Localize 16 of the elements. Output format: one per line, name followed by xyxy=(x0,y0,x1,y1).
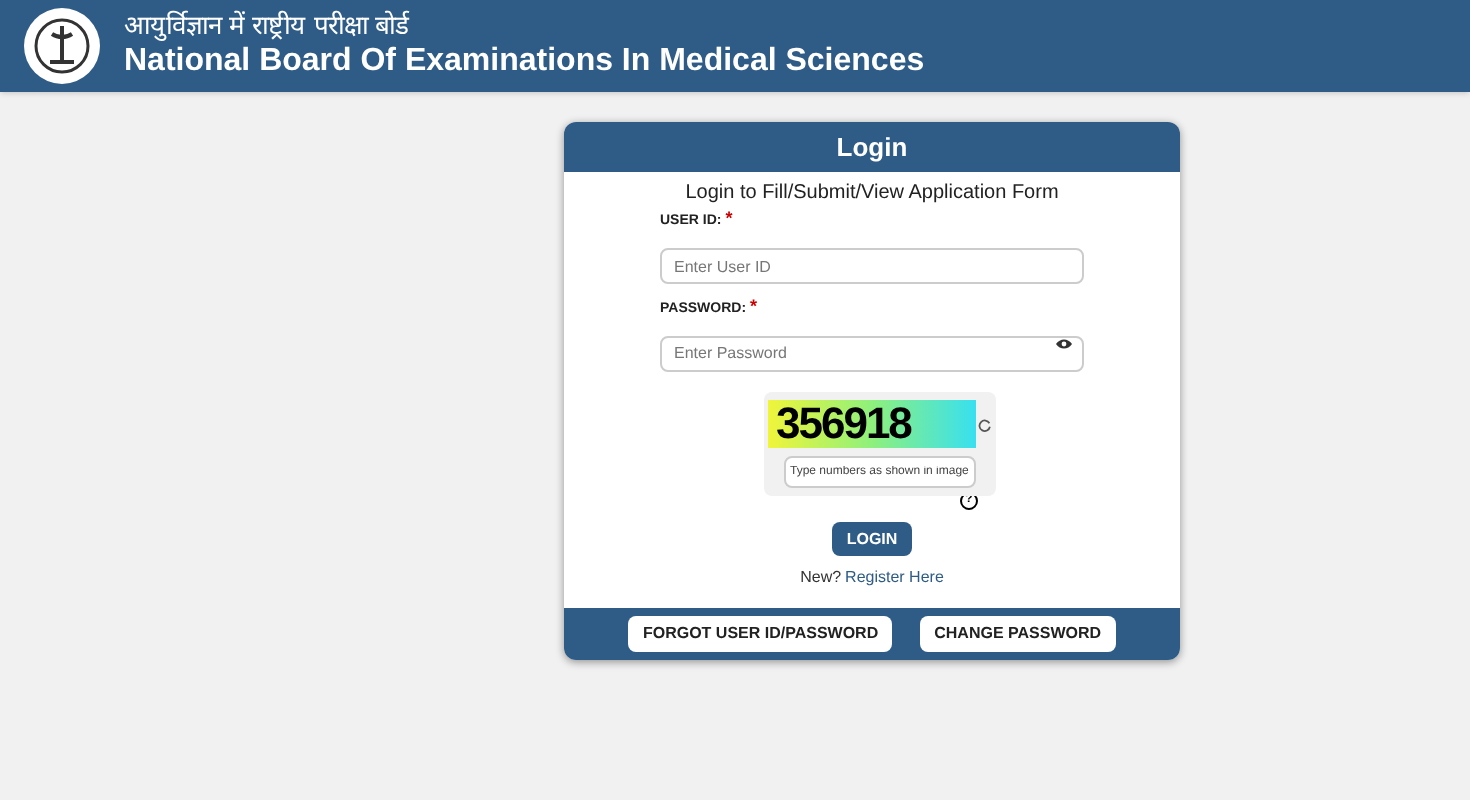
hindi-title: आयुर्विज्ञान में राष्ट्रीय परीक्षा बोर्ड xyxy=(124,9,412,43)
user-id-field[interactable]: Enter User ID xyxy=(660,248,1084,284)
footer-button[interactable]: FORGOT USER ID/PASSWORD xyxy=(628,616,893,652)
login-button[interactable]: LOGIN xyxy=(832,522,912,556)
password-field[interactable]: Enter Password xyxy=(660,335,1084,371)
site-title: National Board Of Examinations In Medical Sciences xyxy=(124,42,925,83)
eye-icon[interactable] xyxy=(1056,338,1072,350)
card-title: Login xyxy=(836,129,908,166)
register-link[interactable]: Register Here xyxy=(845,566,944,590)
refresh-icon[interactable] xyxy=(978,417,992,431)
card-subtitle: Login to Fill/Submit/View Application Form xyxy=(685,180,1059,208)
footer-button[interactable]: CHANGE PASSWORD xyxy=(920,616,1116,652)
required-mark: * xyxy=(725,212,733,232)
required-mark: * xyxy=(750,299,758,319)
register-prompt: New? xyxy=(800,566,842,590)
captcha-image: 356918 xyxy=(768,400,976,448)
